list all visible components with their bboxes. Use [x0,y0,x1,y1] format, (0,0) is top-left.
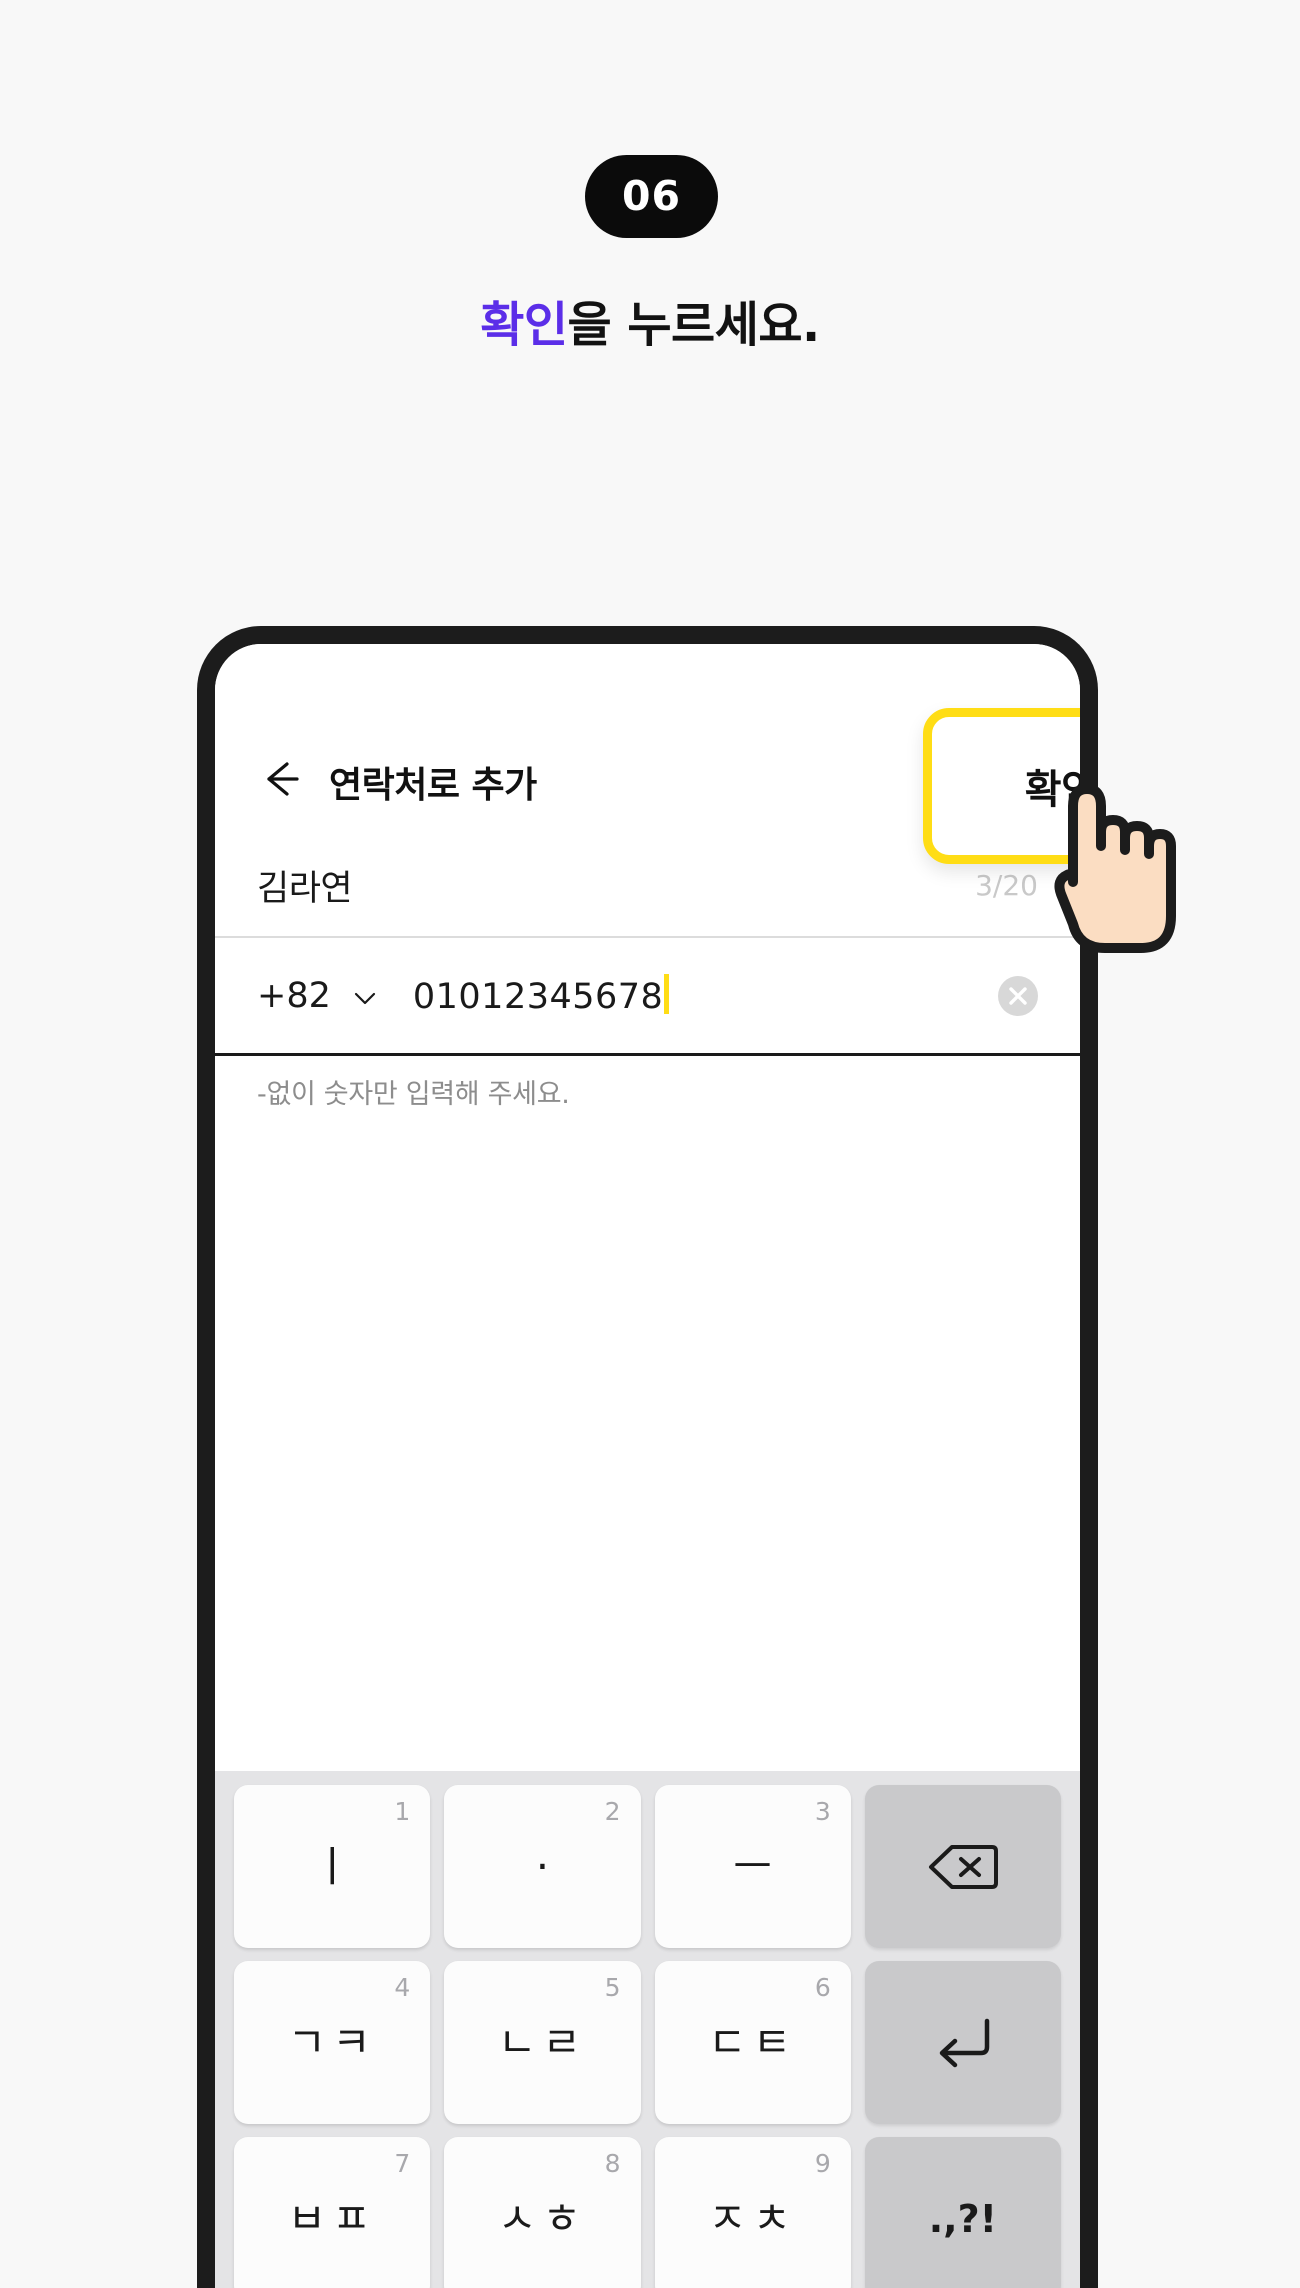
key-main-label: · [535,1841,550,1891]
phone-number-input[interactable]: 01012345678 [412,974,670,1017]
text-caret [664,974,670,1014]
clear-input-button[interactable] [998,975,1038,1016]
key-dot[interactable]: 2 · [444,1785,641,1948]
instruction-rest-text: 을 누르세요. [567,297,821,353]
key-enter[interactable] [864,1961,1061,2124]
keyboard-row-2: 4 ㄱㅋ 5 ㄴㄹ 6 ㄷㅌ [227,1961,1068,2124]
key-number-label: 4 [394,1973,411,2002]
close-icon [1009,986,1027,1005]
step-number-text: 06 [621,172,682,220]
country-code-value: +82 [257,975,331,1016]
phone-screen: 연락처로 추가 확인 김라연 3/20 +82 [215,644,1080,2288]
page-title: 연락처로 추가 [329,765,537,806]
key-siot-hieut[interactable]: 8 ㅅㅎ [444,2137,641,2288]
key-giyeok-kieuk[interactable]: 4 ㄱㅋ [234,1961,431,2124]
chevron-down-icon [351,984,379,1012]
key-main-label: ㄴㄹ [497,2017,588,2067]
keyboard-row-3: 7 ㅂㅍ 8 ㅅㅎ 9 ㅈㅊ .,?! [227,2137,1068,2288]
key-number-label: 2 [604,1797,621,1826]
enter-icon [933,2015,993,2071]
key-backspace[interactable] [864,1785,1061,1948]
country-code-select[interactable]: +82 [257,976,379,1016]
key-main-label: ㅡ [733,1841,772,1891]
key-vowel-i[interactable]: 1 ㅣ [234,1785,431,1948]
phone-field-row[interactable]: +82 01012345678 [215,938,1080,1056]
key-number-label: 6 [814,1973,831,2002]
name-char-counter: 3/20 [975,868,1038,902]
key-bieup-pieup[interactable]: 7 ㅂㅍ [234,2137,431,2288]
key-main-label: ㅂㅍ [287,2193,377,2243]
key-number-label: 8 [604,2149,621,2178]
key-main-label: ㄱㅋ [287,2017,377,2067]
key-main-label: ㄷㅌ [707,2017,798,2067]
key-main-label: .,?! [928,2196,997,2241]
instruction-headline: 확인을 누르세요. [0,285,1300,355]
name-input-value[interactable]: 김라연 [257,860,353,911]
key-digeut-tieut[interactable]: 6 ㄷㅌ [654,1961,851,2124]
key-jieut-chieut[interactable]: 9 ㅈㅊ [654,2137,851,2288]
back-arrow-icon[interactable] [257,756,303,802]
key-number-label: 5 [604,1973,621,2002]
key-number-label: 7 [394,2149,411,2178]
key-main-label: ㅣ [312,1841,352,1891]
key-number-label: 3 [814,1797,831,1826]
key-vowel-eu[interactable]: 3 ㅡ [654,1785,851,1948]
key-number-label: 1 [394,1797,411,1826]
keyboard-row-1: 1 ㅣ 2 · 3 ㅡ [227,1785,1068,1948]
key-main-label: ㅈㅊ [707,2193,798,2243]
key-punctuation[interactable]: .,?! [864,2137,1061,2288]
pointing-hand-cursor [1043,776,1183,966]
key-main-label: ㅅㅎ [497,2193,588,2243]
key-nieun-rieul[interactable]: 5 ㄴㄹ [444,1961,641,2124]
key-number-label: 9 [814,2149,831,2178]
tutorial-page: 06 확인을 누르세요. 연락처로 추가 확인 [0,0,1300,2288]
backspace-icon [928,1842,998,1892]
phone-number-value: 01012345678 [412,977,664,1017]
phone-mockup-frame: 연락처로 추가 확인 김라연 3/20 +82 [197,626,1098,2288]
korean-keyboard: 1 ㅣ 2 · 3 ㅡ 4 ㄱㅋ 5 ㄴㄹ 6 ㄷㅌ 7 ㅂㅍ 8 ㅅㅎ 9 ㅈ… [215,1771,1080,2288]
step-number-badge: 06 [585,155,718,238]
helper-text: -없이 숫자만 입력해 주세요. [257,1079,570,1110]
instruction-accent-text: 확인 [480,297,568,353]
